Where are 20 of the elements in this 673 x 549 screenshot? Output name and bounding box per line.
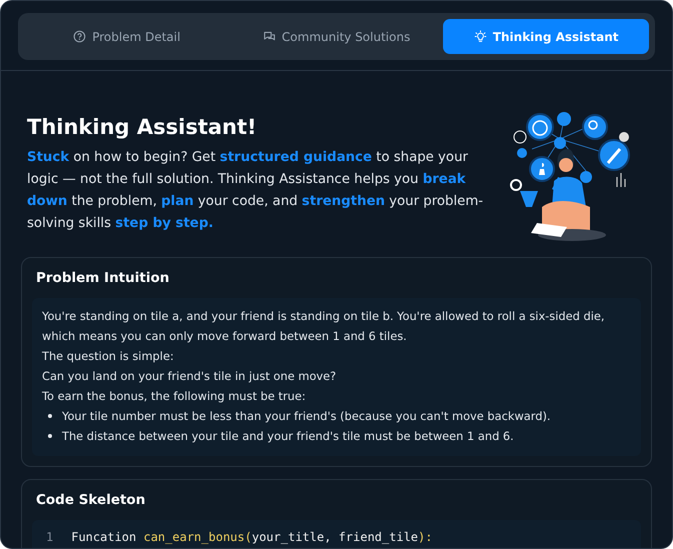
tab[interactable]: Community Solutions <box>234 19 440 54</box>
intro-paragraph: Stuck on how to begin? Get structured guidance to shape your logic — not the full solution. Thinking Assistance helps you break down the problem, plan your code, and strengthen your problem-solving skills step by step. <box>27 149 484 233</box>
bullet-icon <box>48 434 52 438</box>
intuition-text: The question is simple: <box>42 348 175 365</box>
bullet-icon <box>48 414 52 418</box>
line-number: 1 <box>46 530 54 544</box>
intuition-text: Can you land on your friend's tile in just one move? <box>42 368 338 385</box>
bullet-text: The distance between your tile and your friend's tile must be between 1 and 6. <box>62 428 514 445</box>
code-line: Funcation can_earn_bonus(your_title, friend_tile): <box>71 530 432 544</box>
chat-icon <box>262 30 276 43</box>
tab[interactable]: Thinking Assistant <box>443 19 650 54</box>
question-icon <box>73 30 86 43</box>
intuition-text: You're standing on tile a, and your friend is standing on tile b. You're allowed to roll a six-sided die, which means you can only move forward between 1 and 6 tiles. <box>42 308 606 345</box>
page-title: Thinking Assistant! <box>27 115 258 139</box>
lightbulb-icon <box>474 30 487 43</box>
bullet-text: Your tile number must be less than your friend's (because you can't move backward). <box>62 408 551 425</box>
card-title: Code Skeleton <box>36 492 146 508</box>
intuition-text: To earn the bonus, the following must be true: <box>42 388 307 405</box>
card-title: Problem Intuition <box>36 270 170 286</box>
tab[interactable]: Problem Detail <box>24 19 230 54</box>
